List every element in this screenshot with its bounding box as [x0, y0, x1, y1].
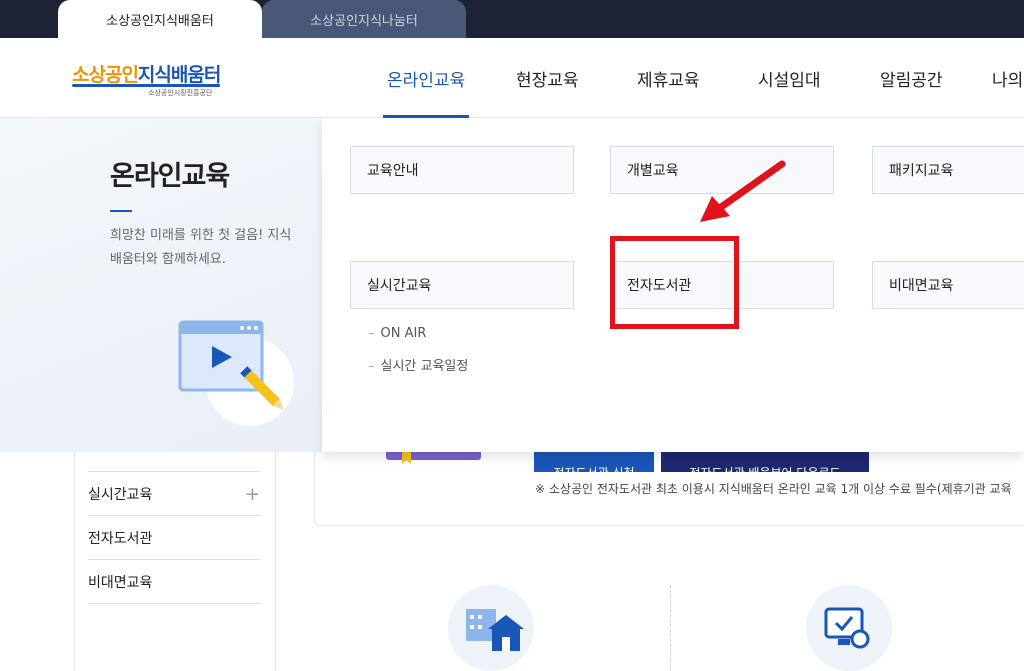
book-illustration [386, 452, 481, 460]
menu-live-edu[interactable]: 실시간교육 [350, 261, 574, 309]
highlight-box [610, 236, 739, 329]
side-item-library[interactable]: 전자도서관 [88, 516, 260, 560]
side-item-label: 실시간교육 [88, 486, 153, 503]
menu-untact-edu[interactable]: 비대면교육 [872, 261, 1024, 309]
pointer-arrow-icon [700, 160, 786, 222]
menu-edu-guide[interactable]: 교육안내 [350, 146, 574, 194]
nav-notice-space[interactable]: 알림공간 [880, 66, 943, 91]
nav-partner-education[interactable]: 제휴교육 [637, 66, 700, 91]
side-item-label: 비대면교육 [88, 574, 153, 591]
monitor-search-icon [806, 585, 892, 671]
side-item-untact[interactable]: 비대면교육 [88, 560, 260, 604]
title-accent-bar [110, 210, 132, 212]
menu-package-edu[interactable]: 패키지교육 [872, 146, 1024, 194]
logo-subtitle: 소상공인시장진흥공단 [148, 89, 213, 97]
side-row-partial [88, 450, 260, 472]
nav-my[interactable]: 나의 [992, 66, 1023, 91]
section-divider [670, 585, 671, 671]
site-tab-baeumteo[interactable]: 소상공인지식배움터 [58, 0, 262, 38]
submenu-live-schedule[interactable]: – 실시간 교육일정 [368, 355, 468, 374]
side-item-live[interactable]: 실시간교육 + [88, 472, 260, 516]
library-apply-button[interactable]: 전자도서관 신청 [534, 452, 654, 472]
nav-facility-rental[interactable]: 시설임대 [758, 66, 821, 91]
library-notice: ※ 소상공인 전자도서관 최초 이용시 지식배움터 온라인 교육 1개 이상 수… [535, 482, 1012, 496]
plus-icon[interactable]: + [245, 484, 260, 505]
mega-menu-intro: 온라인교육 희망찬 미래를 위한 첫 걸음! 지식배움터와 함께하세요. [0, 118, 322, 452]
nav-field-education[interactable]: 현장교육 [516, 66, 579, 91]
mega-menu-description: 희망찬 미래를 위한 첫 걸음! 지식배움터와 함께하세요. [110, 228, 292, 267]
building-icon [448, 585, 534, 671]
video-play-illustration [176, 316, 296, 428]
site-logo[interactable]: 소상공인지식배움터 소상공인시장진흥공단 [72, 60, 232, 100]
header: 소상공인지식배움터 소상공인시장진흥공단 온라인교육 현장교육 제휴교육 시설임… [0, 38, 1024, 118]
submenu-on-air[interactable]: – ON AIR [368, 326, 426, 341]
side-item-label: 전자도서관 [88, 530, 153, 547]
site-tab-nanumteo[interactable]: 소상공인지식나눔터 [262, 0, 466, 38]
logo-title: 소상공인지식배움터 [72, 64, 221, 86]
logo-swoosh [72, 84, 220, 87]
viewer-download-button[interactable]: 전자도서관 배움뷰어 다운로드 [661, 452, 869, 472]
nav-online-education[interactable]: 온라인교육 [387, 66, 465, 91]
mega-menu-title: 온라인교육 [110, 161, 230, 192]
